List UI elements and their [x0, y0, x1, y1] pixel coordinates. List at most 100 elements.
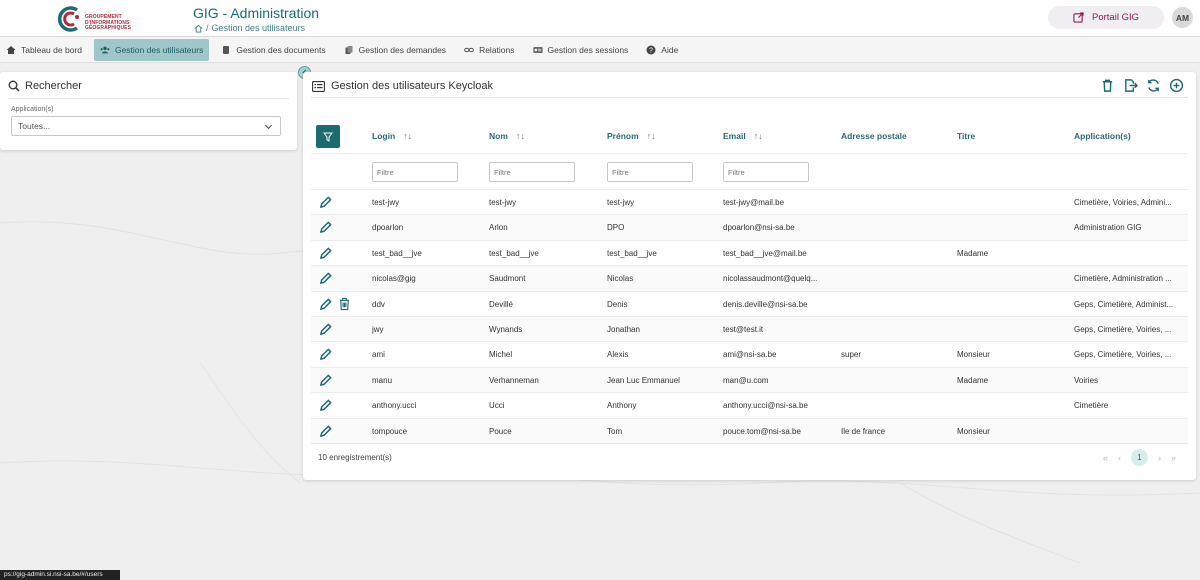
breadcrumb: / Gestion des utilisateurs: [194, 23, 305, 33]
divider: [311, 97, 1188, 98]
nav-relations[interactable]: Relations: [458, 39, 520, 61]
nav-aide[interactable]: ? Aide: [640, 39, 684, 61]
cell-applications: Voiries: [1074, 375, 1099, 385]
prev-page-button[interactable]: ‹: [1118, 453, 1121, 463]
cell-applications: Geps, Cimetière, Voiries, ...: [1074, 350, 1172, 360]
paginator: « ‹ 1 › »: [1103, 449, 1176, 466]
logo-mark-icon: [57, 6, 79, 32]
chevron-down-icon: [264, 124, 273, 130]
filter-toggle-button[interactable]: [316, 125, 340, 148]
cell-email: denis.deville@nsi-sa.be: [723, 299, 808, 309]
export-icon[interactable]: [1123, 78, 1138, 93]
edit-icon[interactable]: [318, 195, 333, 210]
cell-prenom: test_bad__jve: [607, 248, 657, 258]
cell-prenom: Alexis: [607, 350, 629, 360]
cell-nom: Wynands: [489, 325, 523, 334]
edit-icon[interactable]: [318, 271, 333, 286]
column-header-login[interactable]: Login ↑↓: [372, 131, 412, 141]
list-icon: [312, 80, 325, 92]
logo-text: GROUPEMENT D'INFORMATIONS GÉOGRAPHIQUES: [85, 14, 132, 31]
refresh-icon[interactable]: [1146, 78, 1161, 93]
first-page-button[interactable]: «: [1103, 453, 1108, 463]
cell-adresse: super: [841, 350, 862, 360]
cell-applications: Geps, Cimetière, Administ...: [1074, 299, 1174, 309]
table-row[interactable]: jwy Wynands Jonathan test@test.it Geps, Cime…: [311, 316, 1188, 342]
cell-login: manu: [372, 375, 393, 385]
edit-icon[interactable]: [318, 297, 333, 312]
edit-icon[interactable]: [318, 220, 333, 235]
filter-icon: [323, 132, 333, 142]
table-row[interactable]: ami Michel Alexis ami@nsi-sa.be super Monsieu…: [311, 341, 1188, 366]
table-row[interactable]: tompouce Pouce Tom pouce.tom@nsi-sa.be Ile d…: [311, 417, 1188, 443]
home-icon: [6, 45, 16, 54]
cell-nom: Devillé: [489, 299, 514, 309]
nav-label: Tableau de bord: [21, 44, 82, 55]
cell-prenom: Denis: [607, 299, 628, 309]
cell-login: test-jwy: [372, 198, 400, 207]
edit-icon[interactable]: [318, 246, 333, 261]
cell-prenom: Nicolas: [607, 274, 634, 284]
nav-gestion-utilisateurs[interactable]: Gestion des utilisateurs: [93, 38, 210, 61]
home-icon[interactable]: [194, 24, 203, 33]
app-title: GIG - Administration: [193, 5, 320, 21]
nav-label: Aide: [661, 44, 679, 55]
trash-icon[interactable]: [1100, 78, 1115, 93]
edit-icon[interactable]: [318, 347, 333, 362]
cell-nom: Verhanneman: [489, 375, 539, 385]
column-header-email[interactable]: Email ↑↓: [723, 131, 763, 141]
column-header-titre: Titre: [957, 131, 976, 141]
application-select-value: Toutes...: [18, 121, 51, 131]
divider: [8, 98, 289, 99]
search-icon: [8, 80, 20, 92]
external-link-icon: [1073, 12, 1084, 23]
gig-logo[interactable]: GROUPEMENT D'INFORMATIONS GÉOGRAPHIQUES: [55, 4, 140, 34]
email-filter-input[interactable]: [723, 162, 809, 182]
login-filter-input[interactable]: [372, 162, 458, 182]
column-header-nom[interactable]: Nom ↑↓: [489, 131, 525, 141]
delete-icon[interactable]: [338, 297, 351, 311]
cell-login: dpoarlon: [372, 223, 404, 233]
table-row[interactable]: nicolas@gig Saudmont Nicolas nicolassaudmon…: [311, 265, 1188, 291]
nav-label: Gestion des documents: [236, 44, 326, 55]
nav-gestion-documents[interactable]: Gestion des documents: [215, 39, 331, 61]
column-header-adresse: Adresse postale: [841, 131, 907, 141]
table-row[interactable]: test_bad__jve test_bad__jve test_bad__jve t…: [311, 239, 1188, 265]
table-row[interactable]: test-jwy test-jwy test-jwy test-jwy@mail.be…: [311, 189, 1188, 214]
sort-icon[interactable]: ↑↓: [647, 131, 656, 141]
edit-icon[interactable]: [318, 398, 333, 413]
next-page-button[interactable]: ›: [1158, 453, 1161, 463]
edit-icon[interactable]: [318, 373, 333, 388]
table-row[interactable]: manu Verhanneman Jean Luc Emmanuel man@u.co…: [311, 366, 1188, 393]
nom-filter-input[interactable]: [489, 162, 575, 182]
portal-gig-button[interactable]: Portail GIG: [1048, 6, 1164, 29]
cell-email: test-jwy@mail.be: [723, 198, 785, 207]
table-row[interactable]: anthony.ucci Ucci Anthony anthony.ucci@nsi-…: [311, 392, 1188, 417]
table-row[interactable]: dpoarlon Arlon DPO dpoarlon@nsi-sa.be Admini…: [311, 214, 1188, 240]
cell-nom: Ucci: [489, 401, 505, 411]
cell-email: test_bad__jve@mail.be: [723, 248, 807, 258]
prenom-filter-input[interactable]: [607, 162, 693, 182]
table-row[interactable]: ddv Devillé Denis denis.deville@nsi-sa.be Ge…: [311, 290, 1188, 316]
cell-applications: Cimetière, Voiries, Admini...: [1074, 198, 1172, 207]
column-header-prenom[interactable]: Prénom ↑↓: [607, 131, 656, 141]
page-number-button[interactable]: 1: [1130, 449, 1148, 466]
nav-tableau-de-bord[interactable]: Tableau de bord: [0, 39, 88, 61]
sort-icon[interactable]: ↑↓: [754, 131, 763, 141]
search-title: Rechercher: [8, 80, 82, 92]
breadcrumb-current: Gestion des utilisateurs: [211, 23, 306, 33]
nav-gestion-sessions[interactable]: Gestion des sessions: [527, 39, 635, 61]
cell-login: nicolas@gig: [372, 274, 416, 284]
edit-icon[interactable]: [318, 322, 333, 337]
add-icon[interactable]: [1169, 78, 1184, 93]
user-avatar[interactable]: AM: [1172, 7, 1193, 28]
cell-nom: Arlon: [489, 223, 508, 233]
edit-icon[interactable]: [318, 424, 333, 439]
sort-icon[interactable]: ↑↓: [516, 131, 525, 141]
last-page-button[interactable]: »: [1171, 453, 1176, 463]
cell-titre: Madame: [957, 375, 989, 385]
sort-icon[interactable]: ↑↓: [403, 131, 412, 141]
nav-gestion-demandes[interactable]: Gestion des demandes: [338, 39, 452, 61]
cell-login: tompouce: [372, 426, 408, 436]
application-select[interactable]: Toutes...: [11, 116, 281, 136]
cell-email: pouce.tom@nsi-sa.be: [723, 426, 801, 436]
